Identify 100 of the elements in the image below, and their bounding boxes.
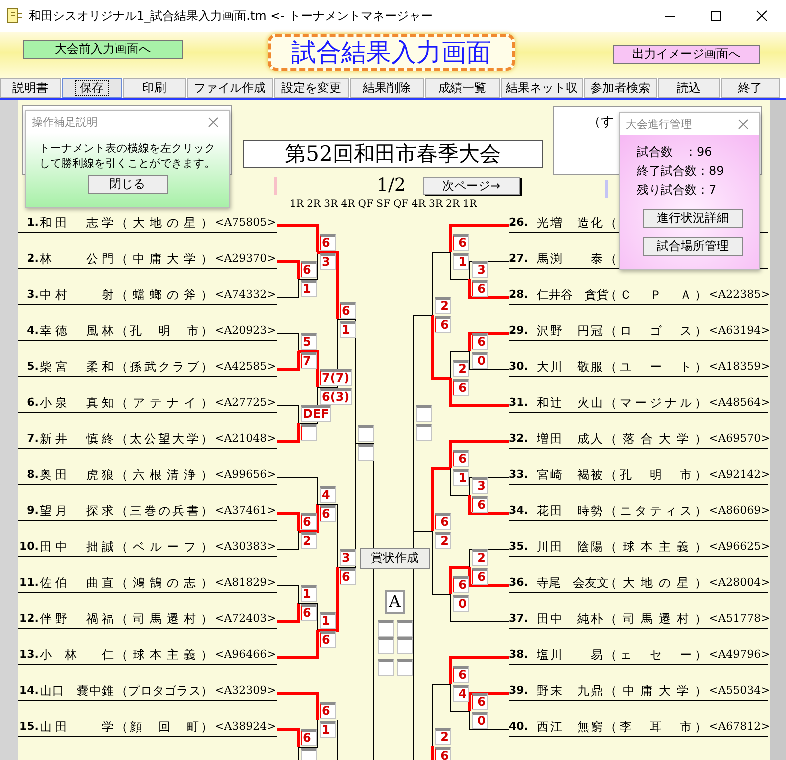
progress-button[interactable]: 進行状況詳細 (643, 209, 743, 228)
menu-button[interactable]: 参加者検索 (584, 78, 657, 98)
score-field[interactable]: 0 (472, 352, 488, 369)
score-field[interactable]: 3 (340, 549, 356, 566)
bracket-line[interactable] (469, 549, 509, 568)
score-field[interactable]: 2 (435, 297, 451, 314)
winner-line[interactable] (277, 260, 300, 279)
score-field[interactable]: 3 (472, 477, 488, 494)
winner-line[interactable] (449, 656, 509, 684)
score-field[interactable]: 7 (301, 352, 317, 369)
bracket-line[interactable] (469, 710, 509, 730)
menu-button[interactable]: 読込 (658, 78, 720, 98)
winner-line[interactable] (449, 378, 509, 407)
score-field[interactable]: 4 (320, 486, 336, 503)
bracket-line[interactable] (450, 468, 470, 496)
bracket-line[interactable] (298, 252, 318, 280)
score-field[interactable]: 6 (472, 693, 488, 710)
score-field[interactable]: 5 (301, 333, 317, 350)
score-field[interactable]: 6 (320, 631, 336, 648)
bracket-line[interactable] (316, 504, 338, 568)
bracket-line[interactable] (450, 684, 470, 712)
bracket-line[interactable] (450, 252, 470, 280)
close-button[interactable]: 閉じる (88, 175, 168, 194)
score-field[interactable]: 6 (453, 379, 469, 396)
score-field[interactable] (397, 637, 413, 654)
score-field[interactable]: 6 (453, 666, 469, 683)
score-field[interactable] (358, 444, 374, 461)
winner-line[interactable] (468, 692, 509, 711)
score-field[interactable]: 6 (320, 702, 336, 719)
score-field[interactable]: 3 (320, 253, 336, 270)
bracket-line[interactable] (277, 405, 299, 424)
bracket-line[interactable] (432, 684, 450, 746)
score-field[interactable] (378, 620, 394, 637)
score-field[interactable]: 1 (320, 612, 336, 629)
score-field[interactable]: 1 (320, 721, 336, 738)
bracket-line[interactable] (336, 442, 356, 568)
bracket-line[interactable] (469, 477, 509, 496)
menu-button[interactable]: 成績一覧 (425, 78, 500, 98)
score-field[interactable]: 2 (301, 532, 317, 549)
score-field[interactable] (301, 748, 317, 760)
score-field[interactable]: 1 (453, 469, 469, 486)
score-field[interactable]: DEF (301, 405, 332, 422)
winner-line[interactable] (277, 603, 300, 623)
score-field[interactable]: 6 (435, 513, 451, 530)
winner-line[interactable] (468, 495, 509, 515)
menu-button[interactable]: 保存 (62, 78, 122, 98)
score-field[interactable]: 6 (453, 234, 469, 251)
winner-line[interactable] (468, 279, 509, 299)
score-field[interactable] (416, 405, 432, 422)
score-field[interactable] (378, 637, 394, 654)
menu-button[interactable]: 終了 (721, 78, 780, 98)
score-field[interactable]: 1 (453, 253, 469, 270)
bracket-line[interactable] (277, 333, 299, 352)
score-field[interactable]: 6 (320, 234, 336, 251)
score-field[interactable]: 6 (435, 747, 451, 760)
winner-line[interactable] (277, 512, 300, 531)
winner-line[interactable] (298, 504, 319, 533)
score-field[interactable]: 6 (472, 496, 488, 513)
bracket-line[interactable] (277, 477, 318, 504)
bracket-line[interactable] (432, 252, 450, 316)
winner-line[interactable] (449, 566, 469, 594)
progress-button[interactable]: 試合場所管理 (643, 237, 743, 256)
score-field[interactable]: 0 (472, 712, 488, 729)
score-field[interactable]: 6 (301, 513, 317, 530)
score-field[interactable] (301, 424, 317, 441)
menu-button[interactable]: 設定を変更 (274, 78, 349, 98)
bracket-line[interactable] (277, 530, 299, 550)
score-field[interactable]: 7(7) (320, 369, 352, 386)
score-field[interactable]: 6 (301, 604, 317, 621)
maximize-icon[interactable] (710, 10, 722, 22)
menu-button[interactable]: 説明書 (0, 78, 61, 98)
score-field[interactable]: 1 (301, 585, 317, 602)
score-field[interactable] (358, 425, 374, 442)
score-field[interactable]: 4 (453, 685, 469, 702)
bracket-line[interactable] (432, 530, 450, 595)
winner-line[interactable] (317, 567, 339, 632)
bracket-line[interactable] (450, 351, 470, 378)
score-field[interactable]: 6 (320, 505, 336, 522)
winner-line[interactable] (449, 224, 509, 252)
score-field[interactable]: 2 (472, 549, 488, 566)
bracket-line[interactable] (469, 350, 509, 370)
bracket-line[interactable] (413, 315, 432, 424)
winner-line[interactable] (431, 467, 450, 531)
score-field[interactable]: 6 (453, 576, 469, 593)
score-field[interactable]: 6 (472, 568, 488, 585)
bracket-line[interactable] (469, 261, 509, 280)
bracket-line[interactable] (450, 594, 509, 622)
pre-entry-button[interactable]: 大会前入力画面へ (23, 40, 183, 59)
score-field[interactable]: 2 (435, 728, 451, 745)
score-field[interactable]: 0 (453, 595, 469, 612)
next-page-button[interactable]: 次ページ→ (422, 177, 520, 195)
output-image-button[interactable]: 出力イメージ画面へ (613, 45, 760, 64)
score-field[interactable]: 6(3) (320, 388, 352, 405)
winner-line[interactable] (468, 567, 509, 587)
winner-line[interactable] (277, 630, 319, 659)
score-field[interactable]: 6 (301, 729, 317, 746)
score-field[interactable]: 6 (340, 302, 356, 318)
score-field[interactable]: 2 (453, 360, 469, 377)
score-field[interactable]: 6 (301, 261, 317, 278)
score-field[interactable] (416, 424, 432, 441)
